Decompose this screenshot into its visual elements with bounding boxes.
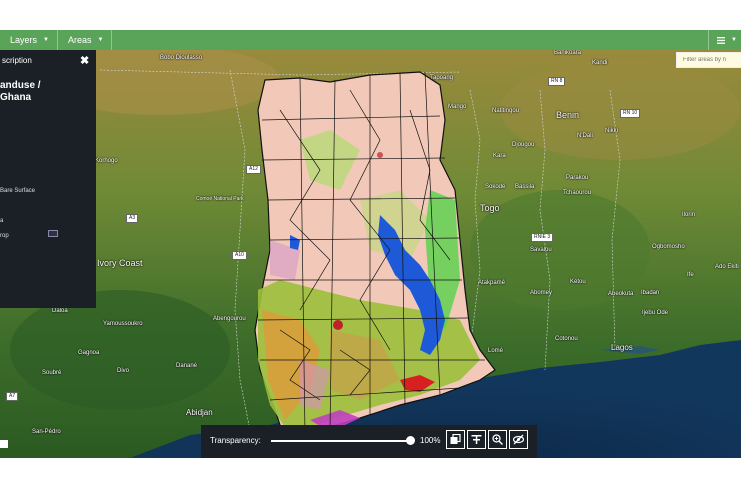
layers-menu-button[interactable]: Layers ▼ [0,30,58,50]
top-toolbar: Layers ▼ Areas ▼ ▼ [0,30,741,50]
place-label: Gagnoa [78,350,100,356]
place-label: Parakou [566,175,589,181]
place-label: Tchaourou [563,190,592,196]
place-label: Tapoang [430,75,454,81]
place-label: Ijebu Ode [642,310,669,316]
align-icon [471,435,482,444]
place-label: Comoé National Park [196,196,244,202]
place-label: Ogbomosho [652,244,685,250]
areas-menu-button[interactable]: Areas ▼ [58,30,113,50]
road-shield: RN 10 [620,109,641,118]
place-label: Nikki [605,128,618,134]
filter-areas-input[interactable] [676,52,741,68]
road-shield: A7 [6,392,19,401]
place-label: Abengourou [213,316,246,322]
country-label: Togo [480,203,500,213]
place-label: Bassila [515,184,535,190]
place-label: Soubré [42,370,62,376]
place-label: N'Dali [577,133,593,139]
road-shield: A10 [232,251,247,260]
layers-toggle-button[interactable] [446,430,465,449]
transparency-label: Transparency: [210,436,261,445]
transparency-control: Transparency: 100% [201,425,537,458]
areas-menu-label: Areas [67,35,92,45]
place-label: Kandi [592,60,608,66]
place-label: Savalou [530,247,552,253]
map-app: Bobo Dioulasso Banikoara Kandi Tapoang M… [0,30,741,458]
caret-down-icon: ▼ [731,37,737,43]
place-label: Sokodé [485,184,506,190]
place-label: Ado Ekiti [715,264,739,270]
panel-header: scription [2,56,32,65]
road-shield: A3 [126,214,139,223]
place-label: Ife [687,272,694,278]
place-label: Daloa [52,308,68,314]
zoom-to-layer-button[interactable] [488,430,507,449]
caret-down-icon: ▼ [43,37,49,43]
road-shield: A12 [246,165,261,174]
place-label: Atakpamé [478,280,506,286]
place-label: Bobo Dioulasso [160,55,203,61]
country-label: Benin [556,110,580,120]
compare-button[interactable] [467,430,486,449]
place-label: Mango [448,104,467,110]
place-label: Lagos [611,343,633,352]
place-label: Dananė [176,363,198,369]
road-shield: RNIE 3 [531,233,554,242]
place-label: Banikoara [554,50,582,56]
place-label: Abidjan [186,408,213,417]
place-label: Divo [117,368,130,374]
transparency-value: 100% [420,436,441,445]
road-shield: RN 8 [548,77,566,86]
legend-swatch [48,230,58,237]
hide-layer-button[interactable] [509,430,528,449]
caret-down-icon: ▼ [97,37,104,43]
place-label: Djougou [512,142,535,148]
transparency-slider-track[interactable] [271,440,410,442]
hamburger-icon [717,36,726,44]
place-label: Kétou [570,279,586,285]
place-label: Korhogo [95,158,118,164]
satellite-map[interactable]: Bobo Dioulasso Banikoara Kandi Tapoang M… [0,50,741,458]
place-label: Ilorin [682,212,696,218]
country-label: Ivory Coast [97,258,143,268]
place-label: Ibadan [641,290,660,296]
map-attribution [0,440,8,448]
zoom-in-icon [492,434,503,445]
copy-layers-icon [450,434,461,444]
eye-slash-icon [513,434,524,445]
place-label: Kara [493,153,506,159]
place-label: Yamoussoukro [103,321,143,327]
place-label: Natitingou [492,108,520,114]
place-label: Abeokuta [608,291,634,297]
transparency-slider-handle[interactable] [405,436,415,445]
legend-item: Bare Surface [0,188,36,194]
hamburger-menu-button[interactable]: ▼ [708,30,741,50]
panel-title: anduse / Ghana [0,80,41,104]
layers-menu-label: Layers [10,35,38,45]
place-label: Cotonou [555,336,578,342]
place-label: Abomey [530,290,553,296]
legend-item: rop [0,233,9,239]
place-label: Lomé [488,348,504,354]
panel-title-line: Ghana [0,92,32,103]
place-label: San-Pédro [32,429,61,435]
legend-item: a [0,218,4,224]
close-icon[interactable]: ✖ [80,54,89,67]
description-panel: scription ✖ anduse / Ghana Bare Surface … [0,50,96,308]
panel-title-line: anduse / [0,80,41,91]
